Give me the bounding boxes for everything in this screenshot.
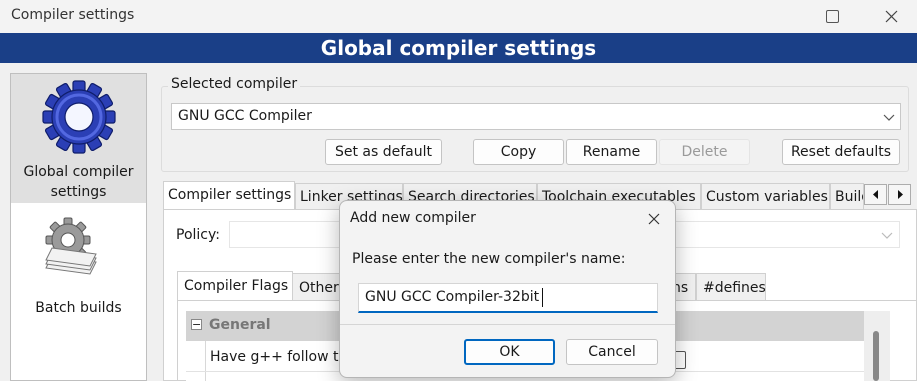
compiler-name-value: GNU GCC Compiler-32bit <box>365 289 540 305</box>
dialog-prompt: Please enter the new compiler's name: <box>352 251 626 267</box>
scrollbar-thumb[interactable] <box>873 331 879 381</box>
policy-label: Policy: <box>176 227 220 243</box>
gear-icon <box>42 80 116 154</box>
chevron-down-icon <box>881 232 893 239</box>
category-label: Batch builds <box>35 300 122 316</box>
minimize-button[interactable] <box>747 0 793 33</box>
ok-button[interactable]: OK <box>464 339 555 365</box>
category-label: Global compiler settings <box>23 164 134 200</box>
window-title: Compiler settings <box>11 7 135 23</box>
compiler-name-input[interactable]: GNU GCC Compiler-32bit <box>358 283 658 313</box>
batch-builds-icon <box>45 217 97 275</box>
chevron-down-icon <box>883 114 895 121</box>
flags-scrollbar[interactable] <box>864 311 890 381</box>
category-batch-builds[interactable]: Batch builds <box>11 210 146 330</box>
page-banner: Global compiler settings <box>0 33 917 63</box>
add-compiler-dialog: Add new compiler Please enter the new co… <box>339 200 676 378</box>
flag-row-label: Have g++ follow th <box>210 349 348 365</box>
dialog-close-button[interactable] <box>642 209 666 229</box>
close-icon <box>648 213 660 225</box>
subtab-defines[interactable]: #defines <box>696 273 766 301</box>
category-global-compiler-settings[interactable]: Global compiler settings <box>11 74 146 203</box>
flags-list-divider <box>205 341 206 381</box>
tab-scroll-left-button[interactable] <box>864 184 887 205</box>
subtab-compiler-flags[interactable]: Compiler Flags <box>177 271 293 301</box>
close-button[interactable] <box>868 0 914 33</box>
flags-group-title: General <box>209 317 271 333</box>
arrow-right-icon <box>897 190 903 199</box>
compiler-select-value: GNU GCC Compiler <box>178 108 312 124</box>
compiler-select[interactable]: GNU GCC Compiler <box>171 103 901 130</box>
collapse-icon[interactable]: − <box>191 319 202 330</box>
arrow-left-icon <box>872 190 878 199</box>
close-icon <box>885 10 897 23</box>
minimize-icon <box>765 16 776 17</box>
delete-button[interactable]: Delete <box>659 139 750 165</box>
maximize-icon <box>825 10 839 23</box>
dialog-title: Add new compiler <box>350 210 476 226</box>
settings-category-list: Global compiler settings Batch builds <box>10 73 147 381</box>
tab-scroll-right-button[interactable] <box>888 184 911 205</box>
set-as-default-button[interactable]: Set as default <box>325 139 442 165</box>
reset-defaults-button[interactable]: Reset defaults <box>782 139 900 165</box>
selected-compiler-label: Selected compiler <box>168 76 301 92</box>
maximize-button[interactable] <box>809 0 855 33</box>
dialog-separator <box>340 324 675 325</box>
tab-custom-variables[interactable]: Custom variables <box>701 183 830 210</box>
copy-button[interactable]: Copy <box>473 139 564 165</box>
tab-compiler-settings[interactable]: Compiler settings <box>163 181 295 210</box>
text-cursor <box>542 288 543 307</box>
tab-build[interactable]: Build <box>830 183 864 210</box>
cancel-button[interactable]: Cancel <box>566 339 658 365</box>
rename-button[interactable]: Rename <box>566 139 657 165</box>
